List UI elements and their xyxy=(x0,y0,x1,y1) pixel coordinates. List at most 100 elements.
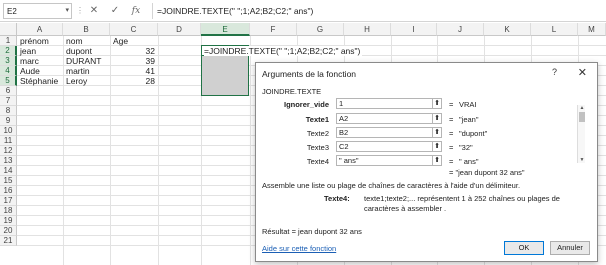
row-header-7[interactable]: 7 xyxy=(0,96,17,106)
equals-sign: = xyxy=(449,129,454,138)
cancel-edit-icon[interactable]: ✕ xyxy=(86,3,102,19)
cell-a2[interactable]: jean xyxy=(20,46,36,56)
name-box[interactable]: E2 ▾ xyxy=(3,3,72,19)
help-icon[interactable]: ? xyxy=(552,67,557,77)
column-header-c[interactable]: C xyxy=(110,23,158,36)
row-header-14[interactable]: 14 xyxy=(0,166,17,176)
column-header-a[interactable]: A xyxy=(17,23,63,36)
cell-a3[interactable]: marc xyxy=(20,56,39,66)
row-header-12[interactable]: 12 xyxy=(0,146,17,156)
arguments-scrollbar[interactable]: ▲ ▼ xyxy=(577,105,585,163)
row-header-8[interactable]: 8 xyxy=(0,106,17,116)
equals-sign: = xyxy=(449,100,454,109)
grid-line xyxy=(63,36,64,265)
row-header-10[interactable]: 10 xyxy=(0,126,17,136)
grid-line xyxy=(158,36,159,265)
row-header-18[interactable]: 18 xyxy=(0,206,17,216)
arg-result-texte2: "dupont" xyxy=(459,129,488,138)
argument-description-label: Texte4: xyxy=(324,194,350,203)
arg-label-texte2: Texte2 xyxy=(306,129,329,138)
arg-result-ignorer-vide: VRAI xyxy=(459,100,477,109)
argument-description-text: texte1;texte2;... représentent 1 à 252 c… xyxy=(364,194,560,213)
column-header-l[interactable]: L xyxy=(531,23,578,36)
column-header-e[interactable]: E xyxy=(201,23,250,36)
confirm-edit-icon[interactable]: ✓ xyxy=(107,3,123,19)
cell-a5[interactable]: Stéphanie xyxy=(20,76,58,86)
row-header-4[interactable]: 4 xyxy=(0,66,17,76)
formula-result: = "jean dupont 32 ans" xyxy=(449,168,525,177)
arg-input-texte4[interactable]: " ans" xyxy=(336,155,434,166)
arg-result-texte4: " ans" xyxy=(459,157,479,166)
arg-input-texte3[interactable]: C2 xyxy=(336,141,434,152)
row-header-9[interactable]: 9 xyxy=(0,116,17,126)
row-header-3[interactable]: 3 xyxy=(0,56,17,66)
column-header-k[interactable]: K xyxy=(484,23,531,36)
scrollbar-thumb[interactable] xyxy=(579,112,585,122)
range-picker-icon[interactable]: ⬆ xyxy=(432,127,442,138)
arg-label-texte3: Texte3 xyxy=(306,143,329,152)
cell-b3[interactable]: DURANT xyxy=(66,56,101,66)
range-picker-icon[interactable]: ⬆ xyxy=(432,113,442,124)
arg-label-ignorer-vide: Ignorer_vide xyxy=(283,100,329,109)
column-header-f[interactable]: F xyxy=(250,23,297,36)
scroll-down-icon[interactable]: ▼ xyxy=(578,157,586,163)
formula-bar: E2 ▾ ⋮ ✕ ✓ fx =JOINDRE.TEXTE(" ";1;A2;B2… xyxy=(0,0,606,22)
name-box-value: E2 xyxy=(7,7,17,16)
scroll-up-icon[interactable]: ▲ xyxy=(578,105,586,111)
column-header-i[interactable]: I xyxy=(391,23,437,36)
cell-b1[interactable]: nom xyxy=(66,36,83,46)
select-all-corner[interactable] xyxy=(0,23,17,36)
formula-input[interactable]: =JOINDRE.TEXTE(" ";1;A2;B2;C2;" ans") xyxy=(152,3,603,19)
cell-a4[interactable]: Aude xyxy=(20,66,40,76)
function-help-link[interactable]: Aide sur cette fonction xyxy=(262,244,336,253)
cancel-button[interactable]: Annuler xyxy=(550,241,590,255)
range-picker-icon[interactable]: ⬆ xyxy=(432,141,442,152)
equals-sign: = xyxy=(449,157,454,166)
cell-c1[interactable]: Age xyxy=(113,36,128,46)
function-description: Assemble une liste ou plage de chaînes d… xyxy=(262,181,521,190)
arg-result-texte1: "jean" xyxy=(459,115,479,124)
cell-b4[interactable]: martin xyxy=(66,66,90,76)
column-header-g[interactable]: G xyxy=(297,23,344,36)
row-header-20[interactable]: 20 xyxy=(0,226,17,236)
column-header-j[interactable]: J xyxy=(437,23,484,36)
selected-range[interactable] xyxy=(201,55,249,96)
formula-bar-grip-icon: ⋮ xyxy=(76,6,84,15)
range-picker-icon[interactable]: ⬆ xyxy=(432,98,442,109)
row-header-19[interactable]: 19 xyxy=(0,216,17,226)
function-arguments-dialog: Arguments de la fonction ? ✕ JOINDRE.TEX… xyxy=(255,62,598,262)
equals-sign: = xyxy=(449,115,454,124)
ok-button[interactable]: OK xyxy=(504,241,544,255)
range-picker-icon[interactable]: ⬆ xyxy=(432,155,442,166)
row-header-13[interactable]: 13 xyxy=(0,156,17,166)
row-header-16[interactable]: 16 xyxy=(0,186,17,196)
column-header-m[interactable]: M xyxy=(578,23,606,36)
cell-c5[interactable]: 28 xyxy=(110,76,155,86)
column-header-h[interactable]: H xyxy=(344,23,391,36)
chevron-down-icon[interactable]: ▾ xyxy=(65,6,69,14)
insert-function-icon[interactable]: fx xyxy=(128,3,144,19)
row-header-15[interactable]: 15 xyxy=(0,176,17,186)
cell-a1[interactable]: prénom xyxy=(20,36,49,46)
row-header-11[interactable]: 11 xyxy=(0,136,17,146)
row-header-2[interactable]: 2 xyxy=(0,46,17,56)
cell-b2[interactable]: dupont xyxy=(66,46,92,56)
dialog-title: Arguments de la fonction xyxy=(262,69,357,79)
column-header-d[interactable]: D xyxy=(158,23,201,36)
cell-b5[interactable]: Leroy xyxy=(66,76,87,86)
cell-c2[interactable]: 32 xyxy=(110,46,155,56)
row-header-1[interactable]: 1 xyxy=(0,36,17,46)
result-label: Résultat = jean dupont 32 ans xyxy=(262,227,362,236)
cell-c4[interactable]: 41 xyxy=(110,66,155,76)
cell-e2-editing[interactable]: =JOINDRE.TEXTE(" ";1;A2;B2;C2;" ans") xyxy=(204,46,363,56)
close-icon[interactable]: ✕ xyxy=(578,66,587,79)
arg-input-texte2[interactable]: B2 xyxy=(336,127,434,138)
arg-input-ignorer-vide[interactable]: 1 xyxy=(336,98,434,109)
arg-input-texte1[interactable]: A2 xyxy=(336,113,434,124)
row-header-17[interactable]: 17 xyxy=(0,196,17,206)
cell-c3[interactable]: 39 xyxy=(110,56,155,66)
column-header-b[interactable]: B xyxy=(63,23,110,36)
row-header-21[interactable]: 21 xyxy=(0,236,17,246)
row-header-6[interactable]: 6 xyxy=(0,86,17,96)
row-header-5[interactable]: 5 xyxy=(0,76,17,86)
